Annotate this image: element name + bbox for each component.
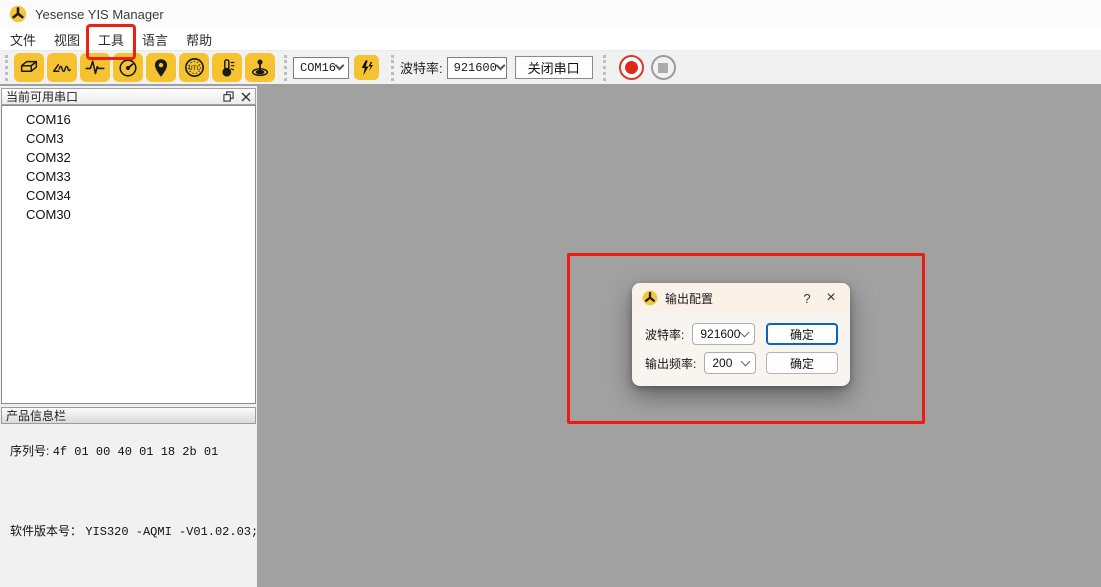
chevron-down-icon xyxy=(495,61,505,71)
menu-file[interactable]: 文件 xyxy=(2,27,44,52)
dialog-close-button[interactable]: × xyxy=(818,289,844,307)
port-select[interactable]: COM16 xyxy=(293,57,349,79)
toolbar: UTC COM16 xyxy=(0,50,1101,86)
dialog-freq-label: 输出频率: xyxy=(645,355,696,372)
chevron-down-icon xyxy=(741,356,751,366)
baud-rate-label: 波特率: xyxy=(400,58,443,77)
stop-icon xyxy=(658,63,668,73)
dialog-baud-value: 921600 xyxy=(693,327,740,341)
menu-tools[interactable]: 工具 xyxy=(90,27,132,52)
list-item-port[interactable]: COM16 xyxy=(2,110,255,129)
output-config-dialog: 输出配置 ? × 波特率: 921600 确定 输出频率: xyxy=(632,283,850,386)
toolbar-grip[interactable] xyxy=(284,55,288,81)
serial-number-label: 序列号: xyxy=(10,444,49,458)
chevron-down-icon xyxy=(335,61,345,71)
dialog-baud-select[interactable]: 921600 xyxy=(692,323,755,345)
ports-panel-header: 当前可用串口 xyxy=(1,88,256,105)
close-panel-button[interactable] xyxy=(237,89,255,104)
gauge-icon[interactable] xyxy=(113,53,143,82)
available-ports-list: COM16 COM3 COM32 COM33 COM34 COM30 xyxy=(1,105,256,404)
main-workspace: 输出配置 ? × 波特率: 921600 确定 输出频率: xyxy=(257,86,1101,587)
port-select-value: COM16 xyxy=(294,61,336,75)
list-item-port[interactable]: COM30 xyxy=(2,205,255,224)
list-item-port[interactable]: COM34 xyxy=(2,186,255,205)
baud-confirm-button[interactable]: 确定 xyxy=(766,323,838,345)
ports-panel-title: 当前可用串口 xyxy=(2,88,78,105)
dialog-freq-select[interactable]: 200 xyxy=(704,352,756,374)
location-pin-icon[interactable] xyxy=(146,53,176,82)
menu-language[interactable]: 语言 xyxy=(134,27,176,52)
list-item-port[interactable]: COM32 xyxy=(2,148,255,167)
record-button[interactable] xyxy=(619,55,644,80)
stop-button[interactable] xyxy=(651,55,676,80)
serial-number-value: 4f 01 00 40 01 18 2b 01 xyxy=(53,445,219,459)
serial-number-row: 序列号: 4f 01 00 40 01 18 2b 01 xyxy=(10,442,218,459)
baud-rate-config-row: 波特率: 921600 确定 xyxy=(645,323,838,345)
list-item-port[interactable]: COM33 xyxy=(2,167,255,186)
product-info-header: 产品信息栏 xyxy=(1,407,256,424)
float-panel-button[interactable] xyxy=(219,89,237,104)
baud-rate-select[interactable]: 921600 xyxy=(447,57,507,79)
cube-3d-icon[interactable] xyxy=(14,53,44,82)
utc-clock-icon[interactable]: UTC xyxy=(179,53,209,82)
app-window: Yesense YIS Manager 文件 视图 工具 语言 帮助 xyxy=(0,0,1101,587)
dialog-baud-label: 波特率: xyxy=(645,326,684,343)
product-info-title: 产品信息栏 xyxy=(2,407,66,424)
baud-rate-value: 921600 xyxy=(448,61,497,75)
freq-confirm-button[interactable]: 确定 xyxy=(766,352,838,374)
dialog-body: 波特率: 921600 确定 输出频率: 200 确定 xyxy=(632,313,850,374)
title-bar: Yesense YIS Manager xyxy=(0,0,1101,28)
menu-bar: 文件 视图 工具 语言 帮助 xyxy=(0,28,1101,50)
refresh-ports-button[interactable] xyxy=(354,55,379,80)
software-version-row: 软件版本号： YIS320 -AQMI -V01.02.03; xyxy=(10,522,258,539)
dialog-title: 输出配置 xyxy=(665,290,713,307)
thermometer-icon[interactable] xyxy=(212,53,242,82)
toolbar-grip[interactable] xyxy=(603,55,607,81)
dialog-help-button[interactable]: ? xyxy=(796,291,818,306)
software-version-value: YIS320 -AQMI -V01.02.03; xyxy=(85,525,258,539)
list-item-port[interactable]: COM3 xyxy=(2,129,255,148)
angle-wave-icon[interactable] xyxy=(47,53,77,82)
serial-ports-panel: 当前可用串口 COM16 COM3 COM32 COM33 xyxy=(0,86,257,587)
svg-text:UTC: UTC xyxy=(188,65,199,72)
content-area: 当前可用串口 COM16 COM3 COM32 COM33 xyxy=(0,86,1101,587)
toolbar-grip[interactable] xyxy=(5,55,9,81)
product-info-body: 序列号: 4f 01 00 40 01 18 2b 01 软件版本号： YIS3… xyxy=(1,424,256,587)
menu-view[interactable]: 视图 xyxy=(46,27,88,52)
dialog-title-bar[interactable]: 输出配置 ? × xyxy=(632,283,850,313)
menu-help[interactable]: 帮助 xyxy=(178,27,220,52)
close-serial-port-button[interactable]: 关闭串口 xyxy=(515,56,593,79)
gyro-icon[interactable] xyxy=(245,53,275,82)
record-icon xyxy=(625,61,638,74)
software-version-label: 软件版本号： xyxy=(10,524,82,538)
output-rate-config-row: 输出频率: 200 确定 xyxy=(645,352,838,374)
toolbar-grip[interactable] xyxy=(391,55,395,81)
dialog-freq-value: 200 xyxy=(705,356,732,370)
chevron-down-icon xyxy=(740,327,750,337)
app-logo-icon xyxy=(9,5,27,23)
waveform-icon[interactable] xyxy=(80,53,110,82)
window-title: Yesense YIS Manager xyxy=(35,7,164,22)
dialog-app-icon xyxy=(642,290,658,306)
